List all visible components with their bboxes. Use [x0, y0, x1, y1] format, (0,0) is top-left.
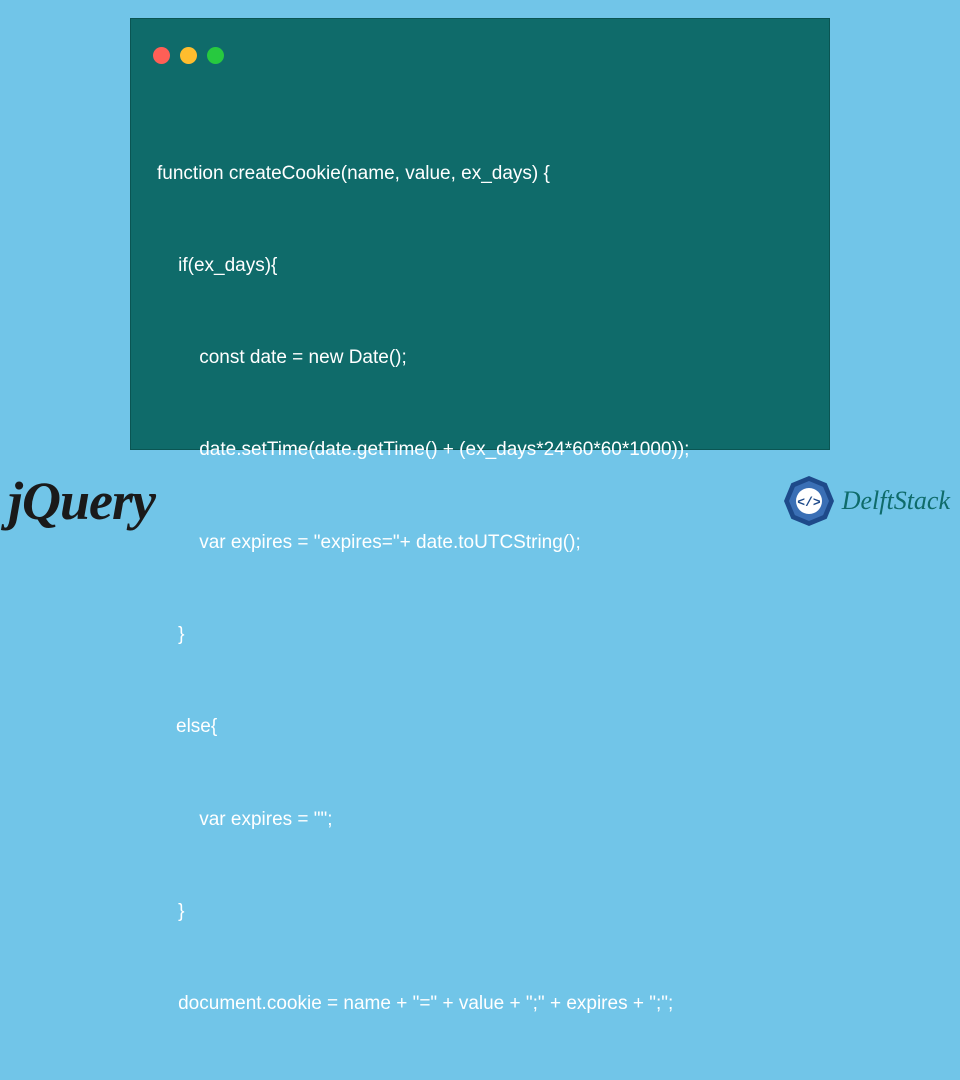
code-line: if(ex_days){ — [157, 251, 817, 282]
delftstack-label: DelftStack — [842, 486, 950, 516]
minimize-icon — [180, 47, 197, 64]
close-icon — [153, 47, 170, 64]
code-line: const date = new Date(); — [157, 343, 817, 374]
code-line: } — [157, 897, 817, 928]
code-block: function createCookie(name, value, ex_da… — [157, 97, 817, 1080]
delftstack-badge: </> DelftStack — [782, 474, 950, 528]
code-line: var expires = "expires="+ date.toUTCStri… — [157, 528, 817, 559]
code-window: function createCookie(name, value, ex_da… — [130, 18, 830, 450]
code-line: function createCookie(name, value, ex_da… — [157, 159, 817, 190]
jquery-logo: jQuery — [8, 470, 155, 532]
code-line: document.cookie = name + "=" + value + "… — [157, 989, 817, 1020]
code-line: var expires = ""; — [157, 805, 817, 836]
maximize-icon — [207, 47, 224, 64]
code-line: else{ — [157, 712, 817, 743]
code-glyph-icon: </> — [797, 495, 821, 510]
delftstack-gear-icon: </> — [782, 474, 836, 528]
code-line: date.setTime(date.getTime() + (ex_days*2… — [157, 435, 817, 466]
code-line: } — [157, 620, 817, 651]
window-controls — [153, 47, 224, 64]
